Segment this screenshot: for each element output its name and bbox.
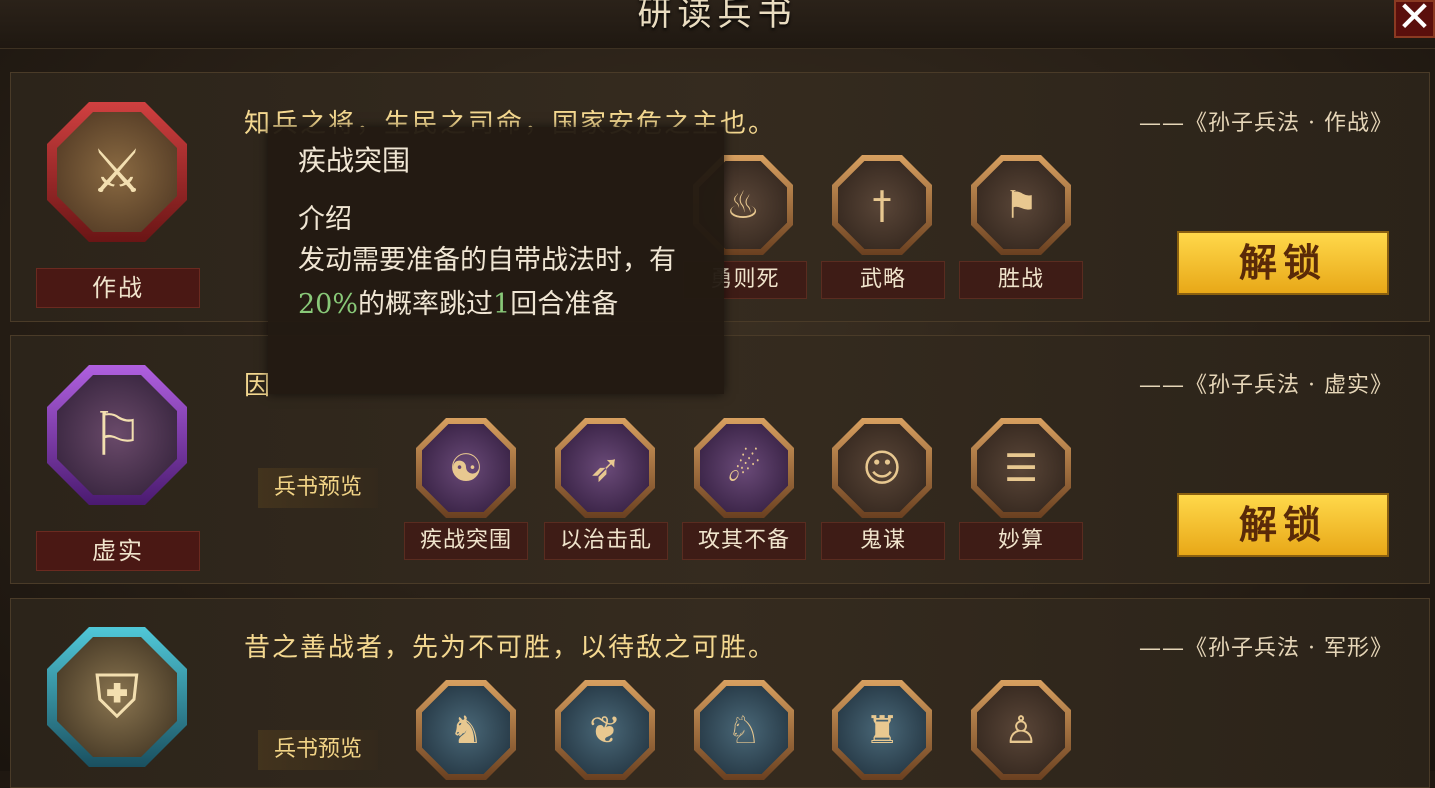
book-preview-label: 兵书预览 <box>258 468 378 508</box>
banner-icon: ⚑ <box>977 161 1065 249</box>
book-emblem-zuozhan[interactable]: ⚔ <box>47 102 187 242</box>
skill-icon-yizhijiluan[interactable]: ➶ <box>555 418 655 518</box>
tooltip-desc-text: 发动需要准备的自带战法时，有 <box>298 245 676 276</box>
book-source: ——《孙子兵法 · 作战》 <box>1139 111 1393 136</box>
rider-icon: ♘ <box>700 686 788 774</box>
skill-icon-shengzhan[interactable]: ⚑ <box>971 155 1071 255</box>
close-button[interactable]: ✕ <box>1394 0 1435 38</box>
skill-name: 武略 <box>821 261 945 299</box>
unlock-button[interactable]: 解锁 <box>1177 493 1389 557</box>
skill-icon[interactable]: ❦ <box>555 680 655 780</box>
tooltip-desc-text: 的概率跳过 <box>358 289 494 320</box>
tooltip-description: 发动需要准备的自带战法时，有 20%的概率跳过1回合准备 <box>298 239 708 327</box>
skill-name: 以治击乱 <box>544 522 668 560</box>
fortress-icon: ♜ <box>838 686 926 774</box>
skill-name: 疾战突围 <box>404 522 528 560</box>
tooltip-label: 介绍 <box>298 204 352 235</box>
skill-icon-wulue[interactable]: † <box>832 155 932 255</box>
archer-icon: ➶ <box>561 424 649 512</box>
book-quote: 昔之善战者，先为不可胜，以待敌之可胜。 <box>244 633 777 663</box>
title-bar: 研读兵书 ✕ <box>0 0 1435 49</box>
unlock-button[interactable]: 解锁 <box>1177 231 1389 295</box>
book-emblem-xushi[interactable]: ⚐ <box>47 365 187 505</box>
book-preview-label: 兵书预览 <box>258 730 378 770</box>
skill-icon-miaosuan[interactable]: ☰ <box>971 418 1071 518</box>
scholar-icon: ♙ <box>977 686 1065 774</box>
skill-name: 妙算 <box>959 522 1083 560</box>
skill-icon[interactable]: ♙ <box>971 680 1071 780</box>
strategist-icon: ☺ <box>838 424 926 512</box>
skill-icon-gongqibubei[interactable]: ☄ <box>694 418 794 518</box>
tooltip-title: 疾战突围 <box>298 144 411 177</box>
tooltip-percent: 20% <box>298 289 359 320</box>
dagger-icon: † <box>838 161 926 249</box>
book-emblem-junxing[interactable]: ⛨ <box>47 627 187 767</box>
warrior-icon: ☯ <box>422 424 510 512</box>
book-name-xushi: 虚实 <box>36 531 200 571</box>
shield-arrow-icon: ⛨ <box>57 637 177 757</box>
scroll-icon: ☰ <box>977 424 1065 512</box>
skill-icon-jizhantuwei[interactable]: ☯ <box>416 418 516 518</box>
book-name-zuozhan: 作战 <box>36 268 200 308</box>
skill-name: 胜战 <box>959 261 1083 299</box>
flag-flame-icon: ⚐ <box>57 375 177 495</box>
skill-name: 攻其不备 <box>682 522 806 560</box>
skill-icon[interactable]: ♘ <box>694 680 794 780</box>
crossed-swords-icon: ⚔ <box>57 112 177 232</box>
book-source: ——《孙子兵法 · 军形》 <box>1139 636 1393 661</box>
plant-icon: ❦ <box>561 686 649 774</box>
window-title: 研读兵书 <box>637 0 798 34</box>
skill-name: 鬼谋 <box>821 522 945 560</box>
book-source: ——《孙子兵法 · 虚实》 <box>1139 373 1393 398</box>
tooltip-rounds: 1 <box>493 289 511 320</box>
skill-icon[interactable]: ♞ <box>416 680 516 780</box>
soldiers-icon: ♞ <box>422 686 510 774</box>
skill-icon-guimou[interactable]: ☺ <box>832 418 932 518</box>
close-icon: ✕ <box>1396 0 1433 41</box>
skill-tooltip: 疾战突围 介绍 发动需要准备的自带战法时，有 20%的概率跳过1回合准备 <box>268 127 724 394</box>
beast-icon: ☄ <box>700 424 788 512</box>
skill-icon[interactable]: ♜ <box>832 680 932 780</box>
tooltip-desc-text: 回合准备 <box>510 289 619 320</box>
